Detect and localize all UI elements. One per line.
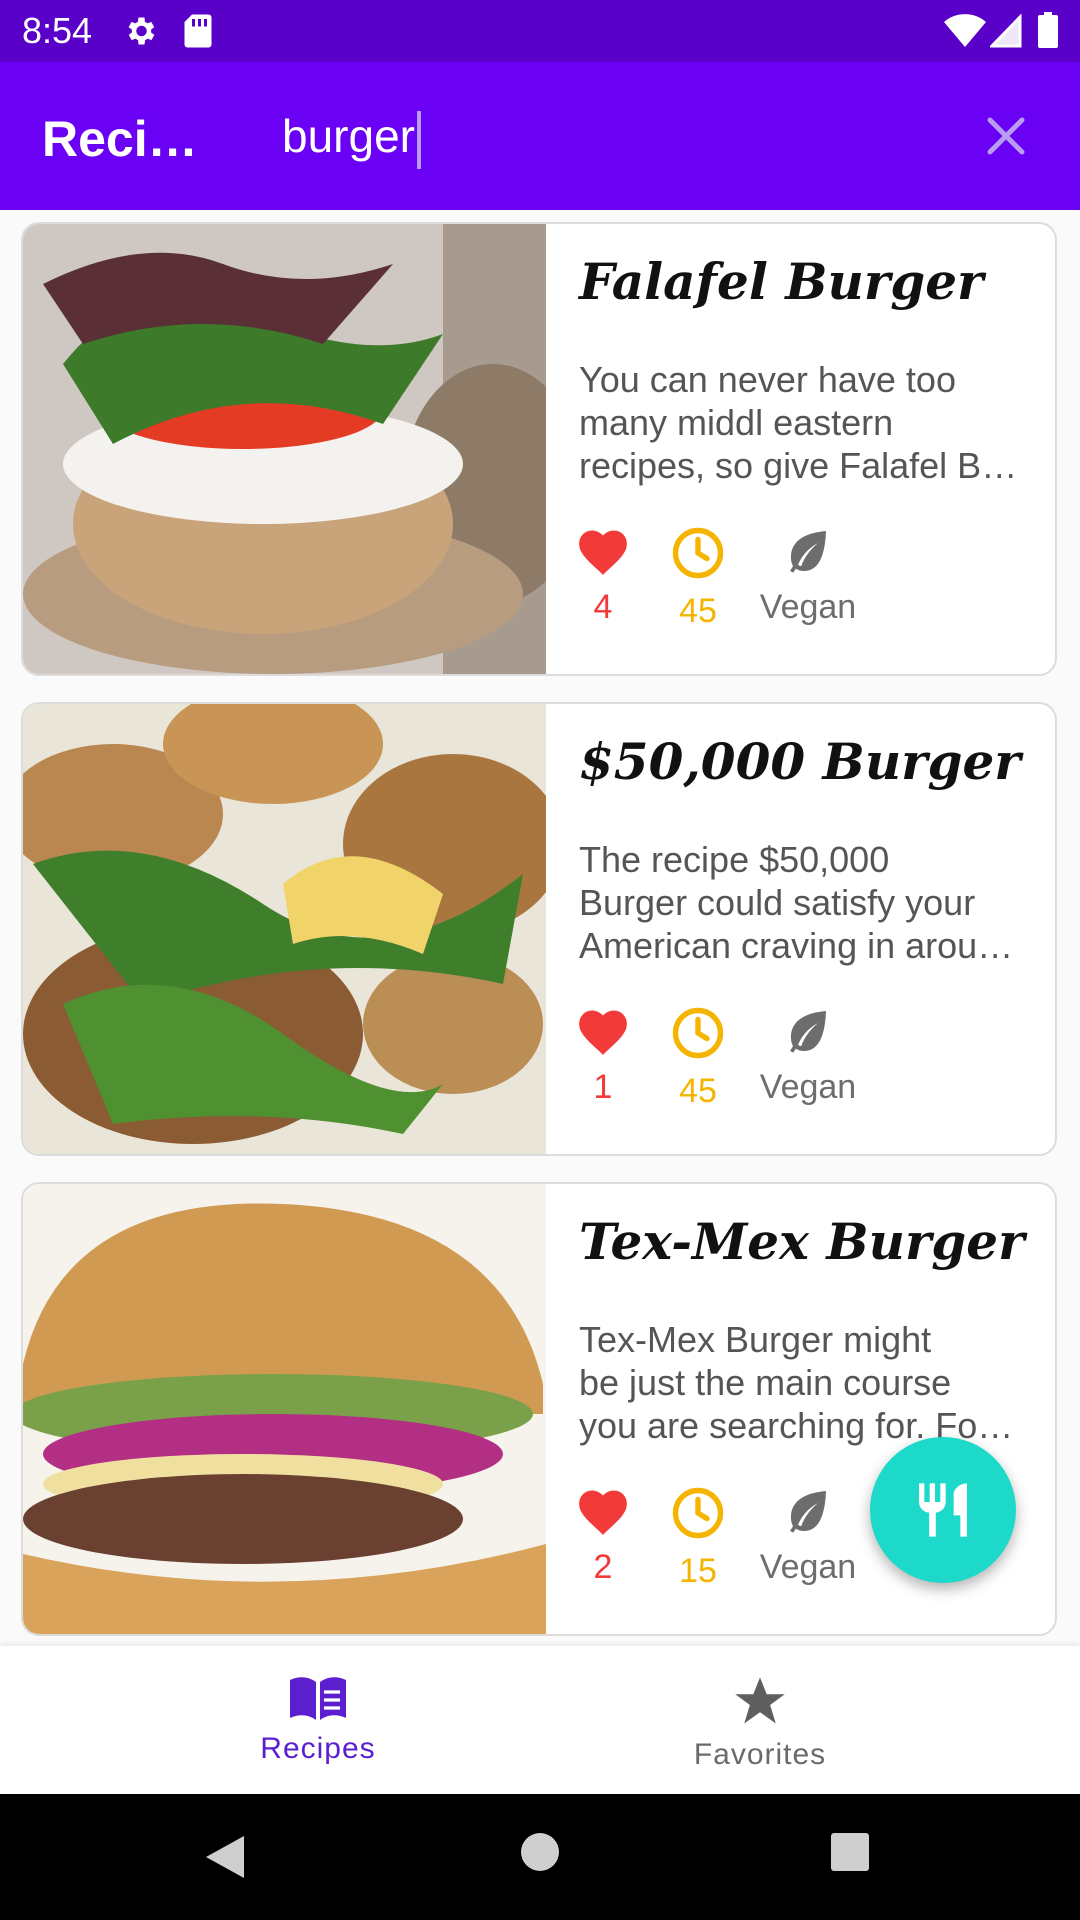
star-icon	[735, 1677, 785, 1724]
recent-apps-icon[interactable]	[830, 1832, 870, 1872]
search-query-text: burger	[282, 110, 415, 162]
diet-metric: Vegan	[748, 1006, 868, 1107]
fork-knife-icon	[919, 1483, 967, 1537]
time-metric: 45	[638, 526, 758, 631]
signal-icon	[990, 14, 1022, 48]
close-search-icon[interactable]	[984, 114, 1028, 158]
diet-label: Vegan	[759, 588, 857, 626]
battery-icon	[1038, 12, 1058, 48]
nav-label-favorites: Favorites	[693, 1738, 827, 1771]
wifi-icon	[944, 14, 986, 47]
recipe-description: Tex-Mex Burger might be just the main co…	[579, 1318, 1019, 1447]
clock-icon	[672, 1487, 724, 1539]
cook-minutes: 45	[679, 1072, 717, 1110]
diet-metric: Vegan	[748, 1486, 868, 1587]
nav-item-recipes[interactable]: Recipes	[168, 1646, 468, 1794]
recipe-description-line: recipes, so give Falafel B…	[579, 445, 1018, 486]
recipe-description: You can never have too many middl easter…	[579, 358, 1019, 487]
recipe-card[interactable]: Falafel Burger You can never have too ma…	[21, 222, 1057, 676]
recipe-description-line: many middl eastern	[579, 402, 894, 443]
recipe-description-line: You can never have too	[579, 359, 956, 400]
time-metric: 45	[638, 1006, 758, 1111]
heart-icon	[579, 1490, 627, 1535]
status-time: 8:54	[22, 10, 93, 51]
recipe-description: The recipe $50,000 Burger could satisfy …	[579, 838, 1019, 967]
cook-minutes: 45	[679, 592, 717, 630]
recipe-description-line: American craving in arou…	[579, 925, 1014, 966]
search-input[interactable]: burger	[282, 106, 902, 169]
recipe-description-line: Burger could satisfy your	[579, 882, 976, 923]
text-cursor	[416, 110, 421, 169]
recipe-title: Falafel Burger	[579, 252, 984, 311]
food-joke-fab[interactable]	[870, 1437, 1016, 1583]
recipe-description-line: The recipe $50,000	[579, 839, 890, 880]
recipe-image	[23, 704, 546, 1154]
sd-card-icon	[184, 14, 212, 48]
app-title: Recipes	[42, 111, 222, 167]
status-bar: 8:54	[0, 0, 1080, 62]
heart-icon	[579, 530, 627, 575]
clock-icon	[672, 1007, 724, 1059]
nav-item-favorites[interactable]: Favorites	[610, 1646, 910, 1794]
diet-label: Vegan	[759, 1548, 857, 1586]
recipe-title: $50,000 Burger	[579, 732, 1021, 791]
leaf-icon	[790, 1491, 826, 1533]
clock-icon	[672, 527, 724, 579]
home-icon[interactable]	[520, 1832, 560, 1872]
diet-metric: Vegan	[748, 526, 868, 627]
book-icon	[290, 1677, 346, 1720]
nav-label-recipes: Recipes	[260, 1732, 376, 1765]
time-metric: 15	[638, 1486, 758, 1591]
settings-gear-icon	[128, 17, 155, 45]
recipe-description-line: be just the main course	[579, 1362, 952, 1403]
heart-icon	[579, 1010, 627, 1055]
diet-label: Vegan	[759, 1068, 857, 1106]
system-navigation-bar	[0, 1794, 1080, 1920]
recipe-description-line: Tex-Mex Burger might	[579, 1319, 932, 1360]
leaf-icon	[790, 531, 826, 573]
recipe-title: Tex-Mex Burger	[579, 1212, 1025, 1271]
back-icon[interactable]	[204, 1834, 246, 1880]
recipe-card[interactable]: $50,000 Burger The recipe $50,000 Burger…	[21, 702, 1057, 1156]
bottom-navigation: Recipes Favorites	[0, 1646, 1080, 1794]
app-bar: Recipes burger	[0, 62, 1080, 210]
leaf-icon	[790, 1011, 826, 1053]
cook-minutes: 15	[679, 1552, 717, 1590]
recipe-image	[23, 1184, 546, 1634]
recipe-image	[23, 224, 546, 674]
